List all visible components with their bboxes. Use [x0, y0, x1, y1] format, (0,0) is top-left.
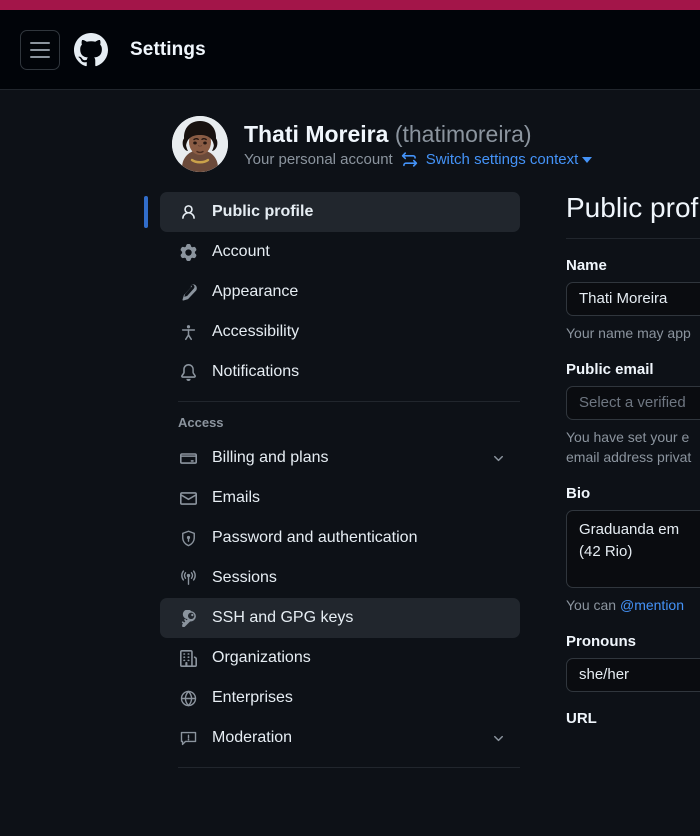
- sidebar-section-title-access: Access: [178, 415, 224, 430]
- name-input[interactable]: Thati Moreira: [566, 282, 700, 316]
- profile-text: Thati Moreira (thatimoreira) Your person…: [244, 121, 593, 168]
- hamburger-line: [30, 48, 50, 51]
- sidebar-item-account[interactable]: Account: [160, 232, 520, 272]
- field-label-name: Name: [566, 257, 607, 274]
- settings-sidebar: Public profile Account Appearance Access…: [144, 186, 520, 777]
- sidebar-item-label: Notifications: [212, 363, 300, 380]
- page-title: Settings: [130, 38, 206, 60]
- hamburger-line: [30, 55, 50, 58]
- credit-card-icon: [178, 450, 198, 467]
- bell-icon: [178, 363, 198, 381]
- field-label-public-email: Public email: [566, 361, 654, 378]
- profile-subtitle: Your personal account Switch settings co…: [244, 150, 593, 168]
- sidebar-divider-bottom: [178, 767, 520, 768]
- field-label-bio: Bio: [566, 485, 591, 502]
- accessibility-icon: [178, 324, 198, 341]
- key-icon: [178, 609, 198, 627]
- profile-name: Thati Moreira (thatimoreira): [244, 121, 592, 148]
- github-logo-icon[interactable]: [74, 32, 108, 67]
- mail-icon: [178, 490, 198, 507]
- settings-body: Public profile Account Appearance Access…: [0, 186, 700, 777]
- globe-icon: [178, 689, 198, 707]
- bio-help-text: You can @mention: [566, 595, 700, 615]
- sidebar-item-label: Emails: [212, 489, 261, 506]
- public-email-help-text: You have set your e email address privat: [566, 429, 692, 465]
- bio-textarea[interactable]: Graduanda em (42 Rio): [566, 510, 700, 588]
- bio-help-prefix: You can: [566, 597, 620, 613]
- person-icon: [178, 204, 198, 221]
- panel-divider: [566, 238, 700, 239]
- field-name: Name Thati Moreira Your name may app: [566, 257, 700, 343]
- sidebar-item-label: Public profile: [212, 203, 314, 220]
- sidebar-item-label: Appearance: [212, 283, 299, 300]
- bio-help-mention: @mention: [619, 597, 685, 613]
- chevron-down-icon: [582, 156, 593, 163]
- organization-icon: [178, 649, 198, 667]
- sidebar-item-enterprises[interactable]: Enterprises: [160, 678, 520, 718]
- sidebar-item-label: SSH and GPG keys: [212, 609, 354, 626]
- public-profile-panel: Public profile Name Thati Moreira Your n…: [566, 186, 700, 777]
- sidebar-item-ssh-and-gpg-keys[interactable]: SSH and GPG keys: [160, 598, 520, 638]
- chevron-down-icon[interactable]: [491, 451, 506, 466]
- settings-page: Settings Thati Moreira (thatimoreira) Yo…: [0, 0, 700, 836]
- sidebar-item-moderation[interactable]: Moderation: [160, 718, 520, 758]
- sidebar-divider: [178, 401, 520, 402]
- sidebar-item-label: Organizations: [212, 649, 311, 666]
- sidebar-item-label: Account: [212, 243, 270, 260]
- panel-heading: Public profile: [566, 192, 700, 223]
- sidebar-item-label: Billing and plans: [212, 449, 329, 466]
- switch-settings-context-link[interactable]: Switch settings context: [426, 151, 593, 168]
- sidebar-item-label: Sessions: [212, 569, 277, 586]
- switch-settings-context-label: Switch settings context: [425, 150, 579, 168]
- sidebar-item-label: Enterprises: [212, 689, 293, 706]
- arrow-switch-icon: [401, 151, 418, 168]
- broadcast-icon: [178, 569, 198, 587]
- sidebar-item-label: Accessibility: [212, 323, 300, 340]
- sidebar-item-password-and-authentication[interactable]: Password and authentication: [160, 518, 520, 558]
- app-header: Settings: [0, 10, 700, 90]
- profile-context-header: Thati Moreira (thatimoreira) Your person…: [0, 90, 700, 186]
- field-url: URL: [566, 710, 700, 727]
- hamburger-menu-icon[interactable]: [20, 29, 60, 70]
- sidebar-item-label: Moderation: [212, 729, 293, 746]
- sidebar-item-public-profile[interactable]: Public profile: [144, 192, 520, 232]
- sidebar-item-sessions[interactable]: Sessions: [160, 558, 520, 598]
- field-pronouns: Pronouns she/her: [566, 633, 700, 692]
- name-help-text: Your name may app: [566, 325, 691, 341]
- sidebar-item-appearance[interactable]: Appearance: [160, 272, 520, 312]
- sidebar-item-label: Password and authentication: [212, 529, 418, 546]
- sidebar-item-billing-and-plans[interactable]: Billing and plans: [160, 438, 520, 478]
- sidebar-item-accessibility[interactable]: Accessibility: [160, 312, 520, 352]
- top-accent-bar: [0, 0, 700, 10]
- avatar[interactable]: [172, 116, 228, 172]
- hamburger-line: [30, 41, 50, 44]
- account-type-label: Your personal account: [244, 150, 393, 168]
- sidebar-item-notifications[interactable]: Notifications: [160, 352, 520, 392]
- profile-display-name: Thati Moreira: [244, 120, 389, 147]
- sidebar-item-emails[interactable]: Emails: [160, 478, 520, 518]
- paintbrush-icon: [178, 283, 198, 301]
- field-bio: Bio Graduanda em (42 Rio) You can @menti…: [566, 485, 700, 615]
- report-icon: [178, 730, 198, 747]
- field-label-url: URL: [566, 710, 597, 727]
- field-public-email: Public email Select a verified You have …: [566, 361, 700, 467]
- sidebar-item-organizations[interactable]: Organizations: [160, 638, 520, 678]
- chevron-down-icon[interactable]: [491, 731, 506, 746]
- field-label-pronouns: Pronouns: [566, 633, 636, 650]
- pronouns-select[interactable]: she/her: [566, 658, 700, 692]
- profile-handle: (thatimoreira): [394, 120, 532, 147]
- gear-icon: [178, 243, 198, 261]
- public-email-select[interactable]: Select a verified: [566, 386, 700, 420]
- shield-lock-icon: [178, 530, 198, 547]
